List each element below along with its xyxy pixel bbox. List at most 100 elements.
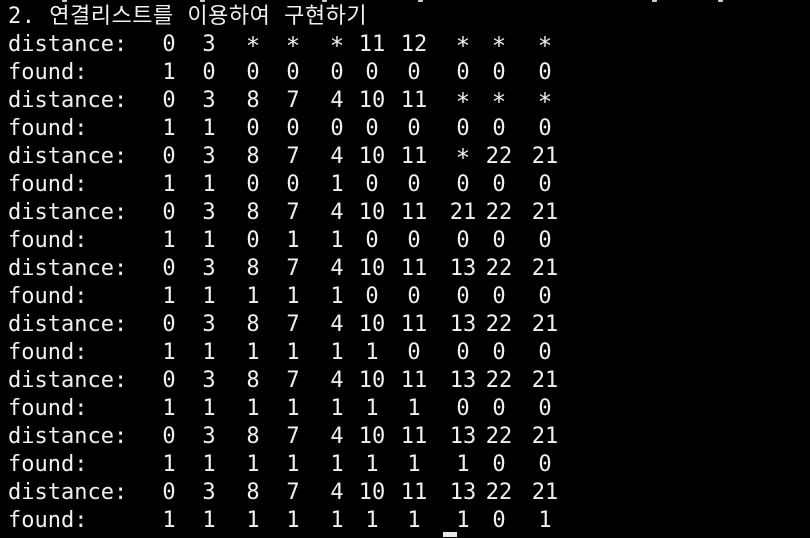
value-cell: 1 xyxy=(162,396,176,421)
value-cell: 12 xyxy=(400,32,428,57)
value-cell: 0 xyxy=(407,228,421,253)
value-cell: * xyxy=(285,32,301,60)
clipped-glyph xyxy=(418,0,423,2)
value-cell: 0 xyxy=(538,116,552,141)
value-cell: 0 xyxy=(407,340,421,365)
clipped-glyph xyxy=(62,0,67,2)
value-cell: 10 xyxy=(358,312,386,337)
value-cell: 0 xyxy=(286,116,300,141)
value-cell: * xyxy=(491,88,507,116)
value-cell: 11 xyxy=(400,312,428,337)
value-cell: 21 xyxy=(531,368,559,393)
value-cell: 1 xyxy=(365,396,379,421)
value-cell: 1 xyxy=(246,340,260,365)
value-cell: 0 xyxy=(456,284,470,309)
line-label: found: xyxy=(8,340,88,365)
value-cell: 1 xyxy=(330,452,344,477)
value-cell: 10 xyxy=(358,144,386,169)
value-cell: 8 xyxy=(246,256,260,281)
value-cell: 0 xyxy=(407,60,421,85)
value-cell: 8 xyxy=(246,88,260,113)
value-cell: 1 xyxy=(162,340,176,365)
value-cell: 1 xyxy=(365,340,379,365)
value-cell: 8 xyxy=(246,144,260,169)
value-cell: 8 xyxy=(246,424,260,449)
distance-line: distance: 0 3 8 7 4 10 11 * 22 21 xyxy=(8,143,808,172)
value-cell: 1 xyxy=(286,284,300,309)
line-label: distance: xyxy=(8,480,128,505)
value-cell: * xyxy=(491,32,507,60)
value-cell: 0 xyxy=(492,60,506,85)
value-cell: 4 xyxy=(330,200,344,225)
value-cell: 7 xyxy=(286,480,300,505)
value-cell: 1 xyxy=(286,396,300,421)
value-cell: 7 xyxy=(286,312,300,337)
value-cell: 3 xyxy=(202,256,216,281)
value-cell: 1 xyxy=(202,396,216,421)
value-cell: 7 xyxy=(286,368,300,393)
found-line: found: 1 1 1 1 1 0 0 0 0 0 xyxy=(8,283,808,311)
distance-line: distance: 0 3 8 7 4 10 11 * * * xyxy=(8,87,808,116)
value-cell: 21 xyxy=(531,200,559,225)
value-cell: 1 xyxy=(407,508,421,533)
value-cell: 0 xyxy=(492,508,506,533)
line-label: found: xyxy=(8,284,88,309)
value-cell: 10 xyxy=(358,368,386,393)
value-cell: 8 xyxy=(246,368,260,393)
distance-line: distance: 0 3 8 7 4 10 11 13 22 21 xyxy=(8,367,808,395)
value-cell: 21 xyxy=(531,256,559,281)
value-cell: 1 xyxy=(202,284,216,309)
value-cell: 21 xyxy=(531,424,559,449)
value-cell: 8 xyxy=(246,480,260,505)
value-cell: 0 xyxy=(202,60,216,85)
value-cell: 1 xyxy=(456,508,470,533)
value-cell: * xyxy=(455,32,471,60)
value-cell: 3 xyxy=(202,88,216,113)
value-cell: 1 xyxy=(162,228,176,253)
value-cell: 0 xyxy=(365,60,379,85)
found-line: found: 1 1 1 1 1 1 1 1 0 0 xyxy=(8,451,808,479)
distance-line: distance: 0 3 8 7 4 10 11 13 22 21 xyxy=(8,311,808,339)
value-cell: 10 xyxy=(358,88,386,113)
value-cell: 22 xyxy=(485,312,513,337)
value-cell: 1 xyxy=(538,508,552,533)
value-cell: 4 xyxy=(330,368,344,393)
value-cell: 3 xyxy=(202,424,216,449)
value-cell: 11 xyxy=(400,424,428,449)
value-cell: 1 xyxy=(330,228,344,253)
value-cell: 0 xyxy=(246,60,260,85)
value-cell: 1 xyxy=(407,396,421,421)
line-label: distance: xyxy=(8,368,128,393)
value-cell: 0 xyxy=(538,228,552,253)
value-cell: * xyxy=(455,88,471,116)
value-cell: 0 xyxy=(456,396,470,421)
value-cell: * xyxy=(329,32,345,60)
value-cell: 0 xyxy=(246,172,260,197)
value-cell: 1 xyxy=(202,508,216,533)
value-cell: 0 xyxy=(492,172,506,197)
value-cell: 1 xyxy=(286,452,300,477)
value-cell: 7 xyxy=(286,256,300,281)
line-label: distance: xyxy=(8,312,128,337)
clipped-glyph xyxy=(652,0,657,2)
value-cell: 0 xyxy=(286,60,300,85)
found-line: found: 1 1 0 0 0 0 0 0 0 0 xyxy=(8,115,808,143)
value-cell: 1 xyxy=(286,340,300,365)
value-cell: 3 xyxy=(202,32,216,57)
value-cell: 1 xyxy=(162,284,176,309)
value-cell: 1 xyxy=(365,452,379,477)
value-cell: 0 xyxy=(456,228,470,253)
clipped-glyph xyxy=(322,0,327,2)
value-cell: 1 xyxy=(365,508,379,533)
value-cell: 0 xyxy=(246,116,260,141)
value-cell: 4 xyxy=(330,424,344,449)
value-cell: 0 xyxy=(456,60,470,85)
terminal-window[interactable]: 2. 연결리스트를 이용하여 구현하기 distance: 0 3 * * * 11 12 * *… xyxy=(0,0,810,538)
value-cell: 0 xyxy=(246,228,260,253)
value-cell: 0 xyxy=(538,284,552,309)
value-cell: 21 xyxy=(449,200,477,225)
value-cell: * xyxy=(537,88,553,116)
found-line: found: 1 1 0 1 1 0 0 0 0 0 xyxy=(8,227,808,255)
value-cell: 0 xyxy=(492,116,506,141)
found-line: found: 1 1 1 1 1 1 1 1 0 1 xyxy=(8,507,808,535)
